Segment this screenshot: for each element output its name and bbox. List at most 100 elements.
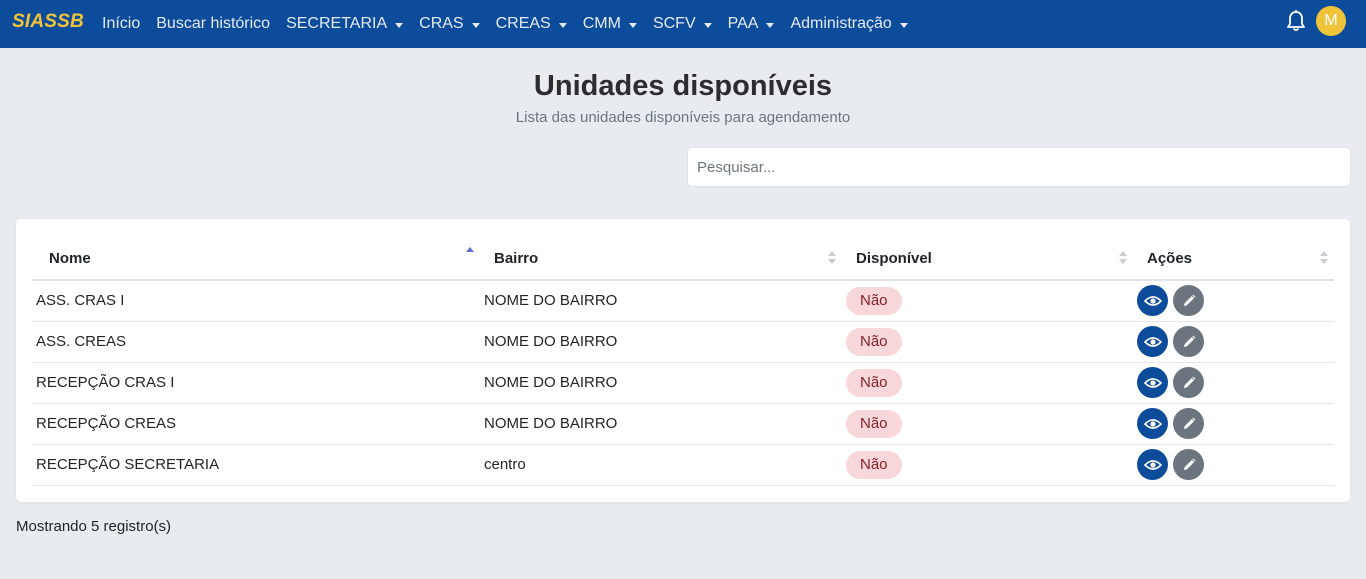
units-table-card: Nome Bairro Disponível Ações ASS. CRAS I… <box>16 219 1350 502</box>
cell-disponivel: Não <box>842 280 1133 322</box>
table-row: RECEPÇÃO CRAS I NOME DO BAIRRO Não <box>32 362 1334 404</box>
view-button[interactable] <box>1137 367 1168 398</box>
cell-nome: ASS. CRAS I <box>32 280 480 322</box>
nav-item-scfv[interactable]: SCFV <box>653 15 712 33</box>
caret-down-icon <box>899 22 908 28</box>
nav-item-buscar-histórico[interactable]: Buscar histórico <box>156 15 270 33</box>
nav-item-label: SCFV <box>652 15 696 32</box>
view-button[interactable] <box>1137 285 1168 317</box>
column-header-label: Nome <box>49 249 91 267</box>
nav-item-label: CMM <box>582 15 621 32</box>
edit-button[interactable] <box>1173 367 1204 398</box>
edit-button[interactable] <box>1173 285 1204 317</box>
caret-down-icon <box>471 22 480 28</box>
pencil-icon <box>1182 417 1196 431</box>
cell-bairro: NOME DO BAIRRO <box>480 280 842 322</box>
search-input[interactable] <box>687 147 1351 187</box>
cell-acoes <box>1133 362 1334 404</box>
status-badge: Não <box>846 450 902 479</box>
sort-icon <box>1119 251 1127 265</box>
pencil-icon <box>1182 335 1196 349</box>
eye-icon <box>1143 459 1162 471</box>
top-navbar: SIASSB Início Buscar histórico SECRETARIA C… <box>0 0 1366 48</box>
status-badge: Não <box>846 368 902 397</box>
cell-disponivel: Não <box>842 321 1133 363</box>
nav-item-cras[interactable]: CRAS <box>419 15 480 33</box>
sort-ascending-icon <box>466 247 474 265</box>
eye-icon <box>1143 418 1162 430</box>
cell-disponivel: Não <box>842 403 1133 445</box>
column-header-bairro[interactable]: Bairro <box>480 237 842 281</box>
cell-acoes <box>1133 280 1334 322</box>
status-badge: Não <box>846 286 902 315</box>
nav-item-início[interactable]: Início <box>102 15 140 33</box>
column-header-acoes[interactable]: Ações <box>1133 237 1334 281</box>
pencil-icon <box>1182 376 1196 390</box>
view-button[interactable] <box>1137 408 1168 439</box>
units-table: Nome Bairro Disponível Ações ASS. CRAS I… <box>32 237 1334 486</box>
cell-disponivel: Não <box>842 444 1133 486</box>
edit-button[interactable] <box>1173 449 1204 480</box>
nav-item-cmm[interactable]: CMM <box>583 15 637 33</box>
eye-icon <box>1143 336 1162 348</box>
column-header-label: Bairro <box>494 249 539 267</box>
eye-icon <box>1143 377 1162 389</box>
status-badge: Não <box>846 409 902 438</box>
nav-item-label: SECRETARIA <box>286 15 388 32</box>
pencil-icon <box>1182 294 1196 308</box>
table-row: ASS. CRAS I NOME DO BAIRRO Não <box>32 280 1334 322</box>
nav-item-label: Buscar histórico <box>156 15 271 32</box>
user-avatar[interactable]: M <box>1316 6 1346 36</box>
cell-bairro: NOME DO BAIRRO <box>480 362 842 404</box>
table-row: RECEPÇÃO SECRETARIA centro Não <box>32 444 1334 486</box>
cell-disponivel: Não <box>842 362 1133 404</box>
nav-item-label: Início <box>102 15 141 32</box>
column-header-nome[interactable]: Nome <box>32 237 480 281</box>
records-count: Mostrando 5 registro(s) <box>16 518 172 535</box>
page-subtitle: Lista das unidades disponíveis para agen… <box>515 109 851 126</box>
view-button[interactable] <box>1137 449 1168 480</box>
nav-item-label: CREAS <box>495 15 551 32</box>
nav-item-label: Administração <box>790 15 892 32</box>
caret-down-icon <box>628 22 637 28</box>
nav-item-label: PAA <box>727 15 759 32</box>
pencil-icon <box>1182 458 1196 472</box>
cell-nome: RECEPÇÃO SECRETARIA <box>32 444 480 486</box>
sort-icon <box>828 251 836 265</box>
page-title: Unidades disponíveis <box>533 70 833 102</box>
cell-bairro: NOME DO BAIRRO <box>480 321 842 363</box>
view-button[interactable] <box>1137 326 1168 357</box>
nav-item-paa[interactable]: PAA <box>728 15 775 33</box>
cell-nome: ASS. CREAS <box>32 321 480 363</box>
cell-acoes <box>1133 403 1334 445</box>
nav-item-creas[interactable]: CREAS <box>496 15 567 33</box>
sort-icon <box>1320 251 1328 265</box>
nav-item-administração[interactable]: Administração <box>790 15 908 33</box>
cell-bairro: centro <box>480 444 842 486</box>
edit-button[interactable] <box>1173 326 1204 357</box>
cell-acoes <box>1133 321 1334 363</box>
caret-down-icon <box>558 22 567 28</box>
nav-item-secretaria[interactable]: SECRETARIA <box>286 15 404 33</box>
brand-logo[interactable]: SIASSB <box>12 11 84 33</box>
bell-icon[interactable] <box>1285 9 1307 33</box>
caret-down-icon <box>703 22 712 28</box>
table-row: ASS. CREAS NOME DO BAIRRO Não <box>32 321 1334 363</box>
column-header-disponivel[interactable]: Disponível <box>842 237 1133 281</box>
table-row: RECEPÇÃO CREAS NOME DO BAIRRO Não <box>32 403 1334 445</box>
eye-icon <box>1143 295 1162 307</box>
table-body: ASS. CRAS I NOME DO BAIRRO Não ASS. CREAS NO… <box>32 280 1334 486</box>
caret-down-icon <box>395 22 404 28</box>
cell-nome: RECEPÇÃO CREAS <box>32 403 480 445</box>
edit-button[interactable] <box>1173 408 1204 439</box>
column-header-label: Disponível <box>856 249 932 267</box>
status-badge: Não <box>846 327 902 356</box>
cell-nome: RECEPÇÃO CRAS I <box>32 362 480 404</box>
cell-acoes <box>1133 444 1334 486</box>
nav-menu: Início Buscar histórico SECRETARIA CRAS CREA… <box>102 0 924 48</box>
cell-bairro: NOME DO BAIRRO <box>480 403 842 445</box>
table-header-row: Nome Bairro Disponível Ações <box>32 237 1334 281</box>
column-header-label: Ações <box>1147 249 1193 267</box>
nav-item-label: CRAS <box>419 15 464 32</box>
caret-down-icon <box>766 22 775 28</box>
